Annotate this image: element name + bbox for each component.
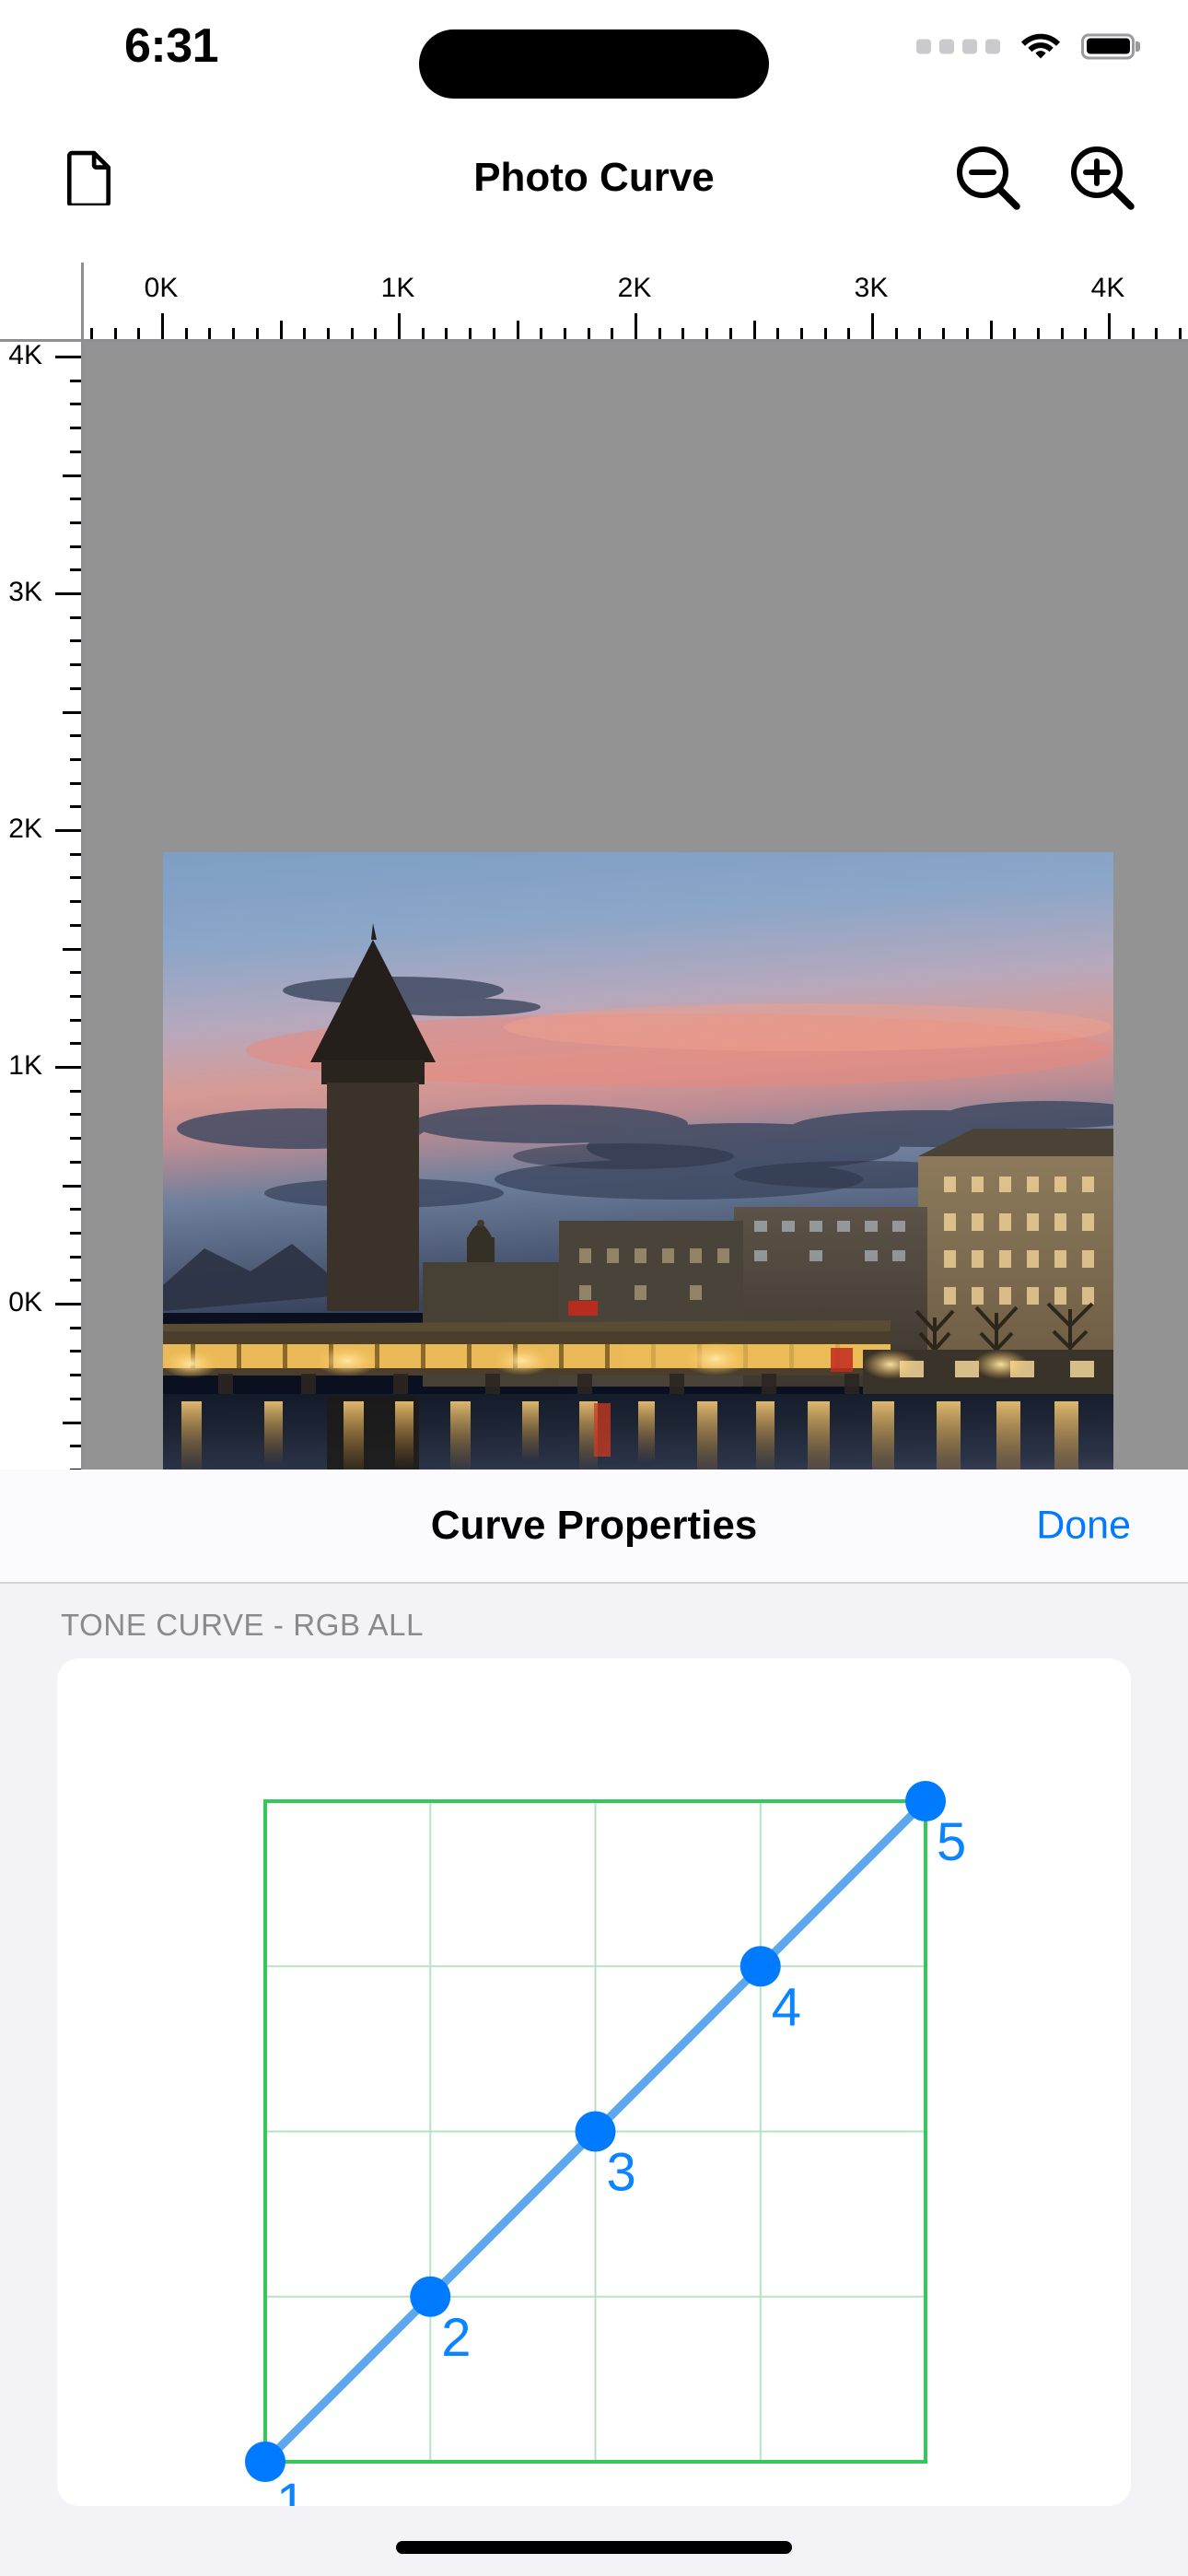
canvas-frame-top	[0, 339, 1188, 342]
ruler-tick	[871, 313, 874, 341]
ruler-label-v: 2K	[8, 814, 42, 844]
ruler-tick	[63, 1184, 83, 1188]
ruler-tick	[55, 592, 83, 595]
sheet-header: Curve Properties Done	[0, 1469, 1188, 1584]
ruler-tick	[279, 321, 283, 341]
curve-control-point[interactable]: 2	[410, 2276, 472, 2368]
curve-control-point[interactable]: 3	[575, 2111, 636, 2203]
zoom-controls	[953, 143, 1137, 213]
curve-point-label: 3	[607, 2143, 636, 2203]
curve-point-label: 1	[276, 2473, 306, 2506]
tone-curve-plot[interactable]: 1 2 3 4 5	[57, 1658, 1131, 2506]
ruler-tick	[55, 1066, 83, 1069]
magnifier-minus-icon[interactable]	[953, 143, 1023, 213]
ruler-tick	[398, 313, 401, 341]
curve-control-point[interactable]: 1	[245, 2441, 306, 2506]
done-button[interactable]: Done	[1036, 1504, 1131, 1549]
tone-curve-section-header: TONE CURVE - RGB ALL	[61, 1608, 425, 1642]
ruler-corner	[0, 263, 83, 341]
ruler-tick	[63, 947, 83, 951]
navigation-bar: Photo Curve	[0, 92, 1188, 263]
ruler-tick	[635, 313, 637, 341]
home-indicator	[396, 2541, 792, 2554]
status-bar-time: 6:31	[124, 19, 219, 73]
ruler-label-h: 2K	[617, 273, 652, 303]
ruler-tick	[63, 474, 83, 477]
ruler-tick	[989, 321, 993, 341]
curve-point-label: 2	[441, 2308, 471, 2368]
ruler-tick	[63, 710, 83, 714]
ruler-label-h: 1K	[380, 273, 415, 303]
wifi-icon	[1020, 29, 1061, 64]
ruler-tick	[55, 1303, 83, 1306]
sheet-title: Curve Properties	[430, 1503, 758, 1548]
ruler-tick	[752, 321, 756, 341]
ruler-vertical[interactable]: 4K 3K 2K 1K 0K	[0, 263, 83, 1469]
battery-icon	[1081, 33, 1135, 59]
curve-control-point[interactable]: 4	[740, 1946, 801, 2037]
ruler-label-h: 4K	[1090, 273, 1125, 303]
ruler-label-h: 3K	[854, 273, 889, 303]
ruler-label-v: 0K	[8, 1287, 42, 1317]
curve-point-label: 5	[937, 1812, 966, 1872]
status-bar: 6:31	[0, 0, 1188, 99]
ruler-label-v: 1K	[8, 1050, 42, 1081]
photo-image[interactable]	[163, 852, 1113, 1469]
ruler-tick	[516, 321, 519, 341]
magnifier-plus-icon[interactable]	[1067, 143, 1137, 213]
dynamic-island	[419, 29, 769, 99]
ruler-tick	[55, 356, 83, 358]
ruler-tick	[1108, 313, 1111, 341]
canvas-area[interactable]: 0K 1K 2K 3K 4K 4K 3K 2K 1K 0K	[0, 263, 1188, 1469]
ruler-tick	[161, 313, 164, 341]
ruler-tick	[55, 829, 83, 832]
ruler-label-h: 0K	[144, 273, 179, 303]
ruler-tick	[63, 1421, 83, 1424]
curve-point-label: 4	[772, 1977, 801, 2037]
tone-curve-card[interactable]: 1 2 3 4 5	[57, 1658, 1131, 2506]
ruler-horizontal[interactable]: 0K 1K 2K 3K 4K	[0, 263, 1188, 341]
status-bar-indicators	[916, 29, 1135, 64]
ruler-label-v: 4K	[8, 340, 42, 370]
curve-control-point[interactable]: 5	[905, 1781, 966, 1872]
canvas-frame-left	[81, 263, 84, 1469]
ruler-label-v: 3K	[8, 577, 42, 607]
cellular-dots-icon	[916, 39, 1000, 53]
